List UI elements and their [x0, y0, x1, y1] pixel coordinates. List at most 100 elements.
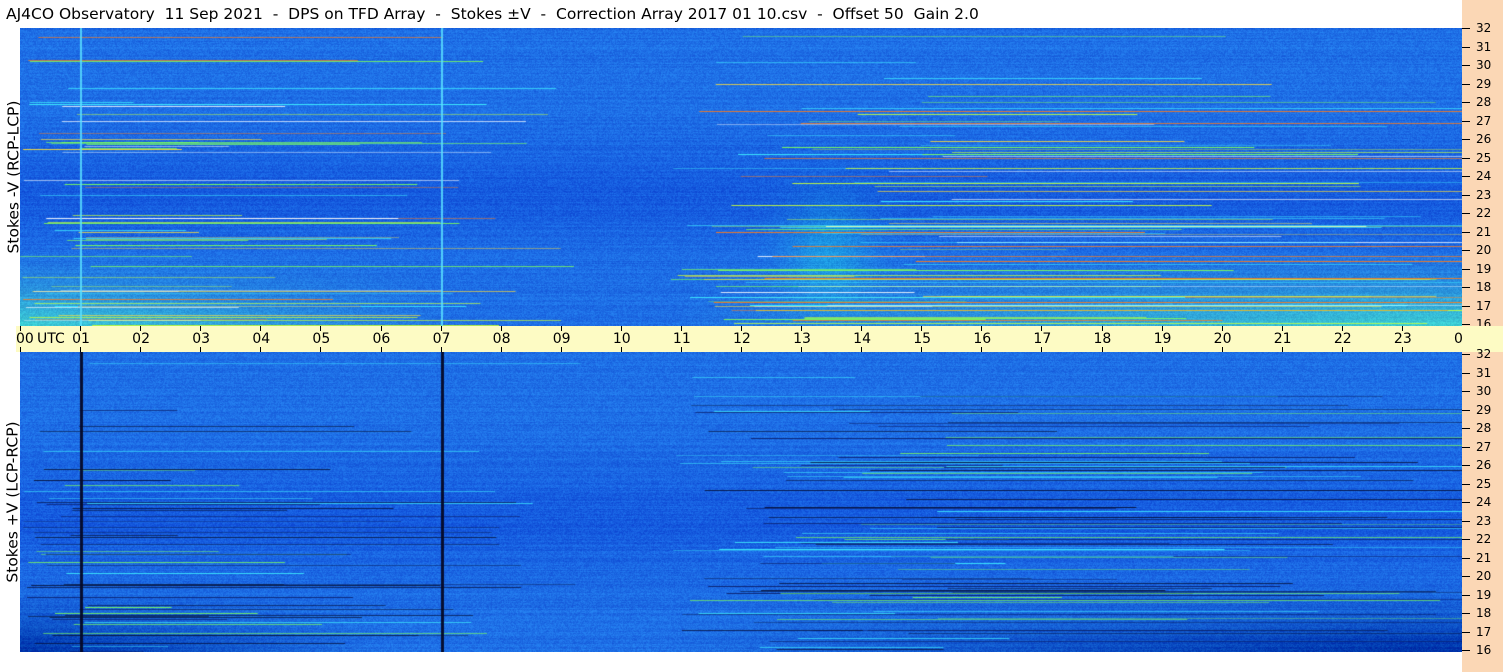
time-label: 19 [1153, 331, 1172, 347]
time-label: 04 [252, 331, 271, 347]
time-label: 16 [973, 331, 992, 347]
freq-label: 25 [1476, 150, 1492, 165]
freq-tick [1462, 539, 1470, 540]
time-label: 15 [913, 331, 932, 347]
freq-label: 31 [1476, 365, 1492, 380]
freq-tick [1462, 287, 1470, 288]
freq-tick [1462, 28, 1470, 29]
time-label: 07 [432, 331, 451, 347]
freq-tick [1462, 576, 1470, 577]
freq-label: 31 [1476, 39, 1492, 54]
freq-tick [1462, 557, 1470, 559]
time-label: 20 [1213, 331, 1232, 347]
freq-tick [1462, 213, 1470, 214]
time-label: 14 [853, 331, 871, 347]
freq-label: 20 [1476, 569, 1492, 583]
freq-label: 24 [1476, 495, 1492, 509]
freq-label: 17 [1476, 624, 1492, 639]
freq-tick [1462, 176, 1470, 177]
freq-label: 19 [1476, 587, 1492, 602]
time-unit-label: UTC [37, 331, 65, 347]
time-label: 11 [672, 331, 691, 347]
time-label: 17 [1033, 331, 1052, 347]
time-label: 08 [492, 331, 511, 347]
freq-label: 26 [1476, 458, 1492, 472]
freq-label: 25 [1476, 476, 1492, 491]
freq-tick [1462, 594, 1470, 596]
top-spectrogram-canvas [20, 28, 1462, 326]
freq-tick [1462, 120, 1470, 122]
freq-tick [1462, 483, 1470, 485]
freq-label: 18 [1476, 606, 1492, 620]
time-label: 05 [312, 331, 331, 347]
time-axis: 00 01 02 03 04 05 06 07 08 09 10 11 12 13 14 15 16 17 18 19… [16, 326, 1497, 352]
freq-tick [1462, 83, 1470, 85]
freq-tick [1462, 428, 1470, 429]
freq-label: 21 [1476, 550, 1492, 565]
freq-label: 28 [1476, 95, 1492, 109]
freq-label: 29 [1476, 76, 1492, 91]
freq-label: 16 [1476, 643, 1492, 657]
freq-label: 19 [1476, 261, 1492, 276]
freq-label: 20 [1476, 243, 1492, 257]
freq-tick [1462, 520, 1470, 522]
time-label: 12 [733, 331, 751, 347]
freq-tick [1462, 372, 1470, 374]
freq-tick [1462, 446, 1470, 448]
freq-label: 30 [1476, 58, 1492, 72]
freq-tick [1462, 631, 1470, 633]
freq-tick [1462, 46, 1470, 48]
top-spectrogram [20, 28, 1462, 326]
chart-title: AJ4CO Observatory 11 Sep 2021 - DPS on T… [6, 5, 979, 23]
freq-label: 23 [1476, 187, 1492, 202]
top-frequency-axis: 32 31 30 29 28 27 26 25 24 23 22 21 20 19 18 17 16 [1462, 0, 1503, 330]
freq-tick [1462, 324, 1470, 325]
time-label: 00 [16, 331, 34, 347]
freq-label: 24 [1476, 169, 1492, 183]
freq-label: 22 [1476, 532, 1492, 546]
freq-label: 28 [1476, 421, 1492, 435]
freq-label: 23 [1476, 513, 1492, 528]
time-label: 21 [1273, 331, 1292, 347]
time-label: 09 [552, 331, 571, 347]
freq-tick [1462, 354, 1470, 355]
freq-label: 22 [1476, 206, 1492, 220]
freq-label: 18 [1476, 280, 1492, 294]
freq-tick [1462, 65, 1470, 66]
freq-tick [1462, 231, 1470, 233]
time-label: 13 [793, 331, 811, 347]
freq-tick [1462, 305, 1470, 307]
time-label: 22 [1333, 331, 1352, 347]
freq-tick [1462, 391, 1470, 392]
freq-label: 30 [1476, 384, 1492, 398]
time-label: 18 [1093, 331, 1112, 347]
freq-tick [1462, 502, 1470, 503]
freq-label: 21 [1476, 224, 1492, 239]
freq-label: 29 [1476, 402, 1492, 417]
freq-tick [1462, 650, 1470, 651]
freq-label: 32 [1476, 21, 1492, 35]
freq-tick [1462, 409, 1470, 411]
freq-label: 32 [1476, 347, 1492, 361]
bottom-spectrogram [20, 352, 1462, 652]
bottom-spectrogram-canvas [20, 352, 1462, 652]
time-label: 02 [132, 331, 150, 347]
time-label: 10 [612, 331, 631, 347]
freq-tick [1462, 613, 1470, 614]
freq-label: 27 [1476, 113, 1492, 128]
freq-label: 26 [1476, 132, 1492, 146]
freq-label: 17 [1476, 298, 1492, 313]
freq-tick [1462, 139, 1470, 140]
freq-tick [1462, 250, 1470, 251]
freq-tick [1462, 465, 1470, 466]
freq-tick [1462, 268, 1470, 270]
freq-tick [1462, 157, 1470, 159]
time-label: 01 [72, 331, 90, 347]
bottom-frequency-axis: 32 31 30 29 28 27 26 25 24 23 22 21 20 19 18 17 16 [1462, 348, 1503, 672]
time-label: 06 [372, 331, 391, 347]
time-label: 03 [192, 331, 211, 347]
freq-tick [1462, 102, 1470, 103]
freq-tick [1462, 194, 1470, 196]
freq-label: 27 [1476, 439, 1492, 454]
time-label: 23 [1393, 331, 1412, 347]
